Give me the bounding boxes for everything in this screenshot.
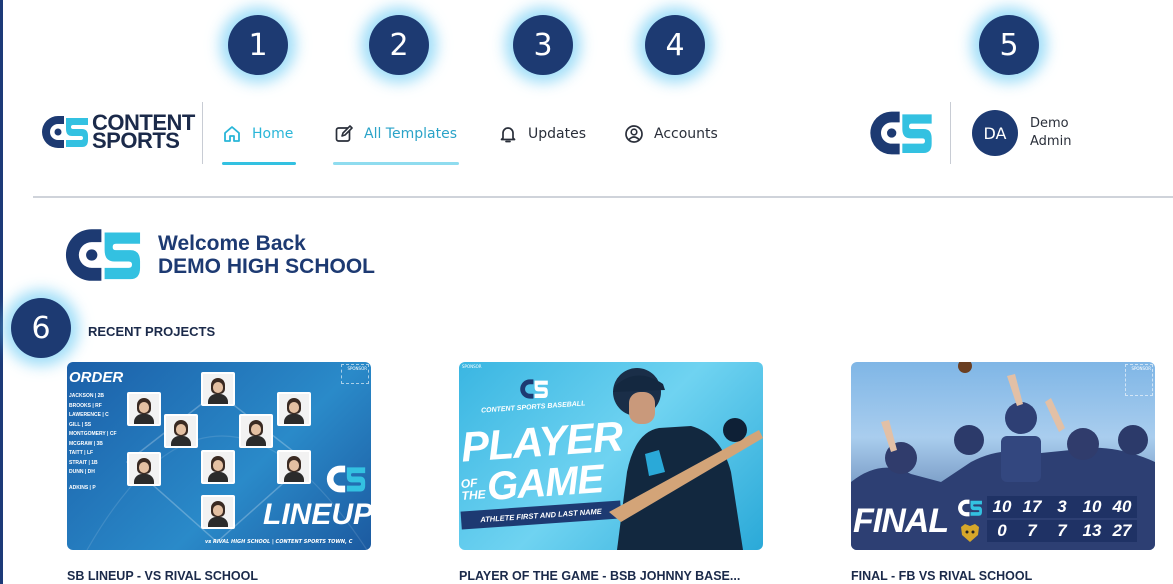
project-card-player-of-the-game[interactable]: SPONSOR CONTENT SPORTS BASEBALL PLAYER O… [459, 362, 763, 550]
player-photo [127, 452, 161, 486]
project-thumbnail: ORDER JACKSON | 2B BROOKS | RF LAWERENCE… [67, 362, 371, 550]
nav-accounts-label: Accounts [654, 126, 718, 142]
project-card-final[interactable]: SPONSOR FINAL 10 17 3 10 40 0 7 7 13 27 [851, 362, 1155, 550]
roster-entry: DUNN | DH [69, 469, 95, 475]
sponsor-box: SPONSOR [341, 364, 369, 384]
avatar[interactable]: DA [972, 110, 1018, 156]
user-circle-icon [624, 124, 644, 144]
player-photo [201, 495, 235, 529]
left-edge-bar [0, 0, 3, 584]
batter-photo [609, 368, 763, 550]
welcome-text: Welcome Back DEMO HIGH SCHOOL [158, 232, 375, 278]
sponsor-box: SPONSOR [1125, 364, 1153, 396]
cs-logo-icon [326, 465, 366, 493]
home-score-row: 10 17 3 10 40 [987, 496, 1137, 518]
edit-icon [334, 124, 354, 144]
score-cell: 10 [992, 497, 1012, 516]
brand-line2: SPORTS [92, 128, 180, 153]
roster-entry: LAWERENCE | C [69, 412, 109, 418]
nav-divider [202, 102, 203, 164]
cs-logo-icon [958, 499, 982, 517]
project-title[interactable]: SB LINEUP - VS RIVAL SCHOOL [67, 569, 258, 583]
player-photo [164, 414, 198, 448]
roster-entry: MONTGOMERY | CF [69, 431, 117, 437]
score-cell: 10 [1082, 497, 1102, 516]
roster-entry: ADKINS | P [69, 484, 96, 491]
org-logo-icon [870, 111, 932, 155]
nav-home-underline [222, 162, 296, 165]
marker-5: 5 [979, 15, 1039, 75]
lineup-footer: vs RIVAL HIGH SCHOOL | CONTENT SPORTS TO… [205, 539, 353, 545]
marker-3: 3 [513, 15, 573, 75]
user-name-line1: Demo [1030, 116, 1069, 131]
header-divider [33, 196, 1173, 198]
score-cell: 27 [1112, 521, 1132, 540]
user-divider [950, 102, 951, 164]
score-cell: 7 [1027, 521, 1037, 540]
user-name: Demo Admin [1030, 115, 1071, 151]
bell-icon [498, 124, 518, 144]
nav-updates[interactable]: Updates [498, 122, 586, 146]
player-photo [127, 392, 161, 426]
marker-4: 4 [645, 15, 705, 75]
player-photo [201, 450, 235, 484]
player-photo [277, 392, 311, 426]
lineup-heading: ORDER [69, 369, 124, 386]
project-title[interactable]: PLAYER OF THE GAME - BSB JOHNNY BASE... [459, 569, 740, 583]
user-menu[interactable]: DA Demo Admin [972, 110, 1071, 156]
roster-entry: STRAIT | 1B [69, 459, 98, 466]
roster-entry: GILL | SS [69, 421, 92, 428]
brand-logo[interactable]: CONTENT SPORTS [40, 112, 195, 153]
welcome-banner: Welcome Back DEMO HIGH SCHOOL [62, 226, 375, 284]
away-score-row: 0 7 7 13 27 [987, 520, 1137, 542]
project-thumbnail: SPONSOR CONTENT SPORTS BASEBALL PLAYER O… [459, 362, 763, 550]
marker-6: 6 [11, 298, 71, 358]
player-photo [277, 450, 311, 484]
score-cell: 0 [997, 521, 1007, 540]
roster-entry: TAITT | LF [69, 450, 94, 456]
welcome-line1: Welcome Back [158, 232, 306, 255]
recent-projects-heading: RECENT PROJECTS [88, 324, 216, 339]
marker-2: 2 [369, 15, 429, 75]
nav-home[interactable]: Home [222, 122, 293, 146]
roster-entry: MCGRAW | 3B [69, 440, 103, 447]
roster-entry: JACKSON | 2B [69, 393, 105, 399]
welcome-school-name: DEMO HIGH SCHOOL [158, 255, 376, 278]
nav-all-templates[interactable]: All Templates [334, 122, 457, 146]
project-title[interactable]: FINAL - FB VS RIVAL SCHOOL [851, 569, 1032, 583]
player-photo [239, 414, 273, 448]
score-cell: 17 [1022, 497, 1042, 516]
nav-all-templates-label: All Templates [364, 126, 457, 142]
roster-entry: BROOKS | RF [69, 402, 102, 409]
brand-wordmark: CONTENT SPORTS [92, 112, 195, 153]
cs-logo-icon [42, 116, 88, 148]
final-big-text: FINAL [853, 502, 949, 540]
nav-home-label: Home [252, 126, 294, 142]
project-thumbnail: SPONSOR FINAL 10 17 3 10 40 0 7 7 13 27 [851, 362, 1155, 550]
home-icon [222, 124, 242, 144]
score-cell: 40 [1112, 497, 1132, 516]
score-cell: 3 [1057, 497, 1067, 516]
nav-updates-label: Updates [528, 126, 586, 142]
welcome-logo-icon [65, 229, 141, 281]
score-table: 10 17 3 10 40 0 7 7 13 27 [987, 496, 1137, 542]
user-name-line2: Admin [1030, 134, 1072, 149]
score-cell: 13 [1082, 521, 1102, 540]
nav-accounts[interactable]: Accounts [624, 122, 718, 146]
score-cell: 7 [1057, 521, 1067, 540]
lineup-big-text: LINEUP [263, 498, 371, 531]
marker-1: 1 [228, 15, 288, 75]
player-photo [201, 372, 235, 406]
opponent-logo-icon [961, 524, 979, 542]
roster-list: JACKSON | 2B BROOKS | RF LAWERENCE | C G… [69, 392, 117, 493]
nav-all-templates-underline [333, 162, 459, 165]
project-card-lineup[interactable]: ORDER JACKSON | 2B BROOKS | RF LAWERENCE… [67, 362, 371, 550]
